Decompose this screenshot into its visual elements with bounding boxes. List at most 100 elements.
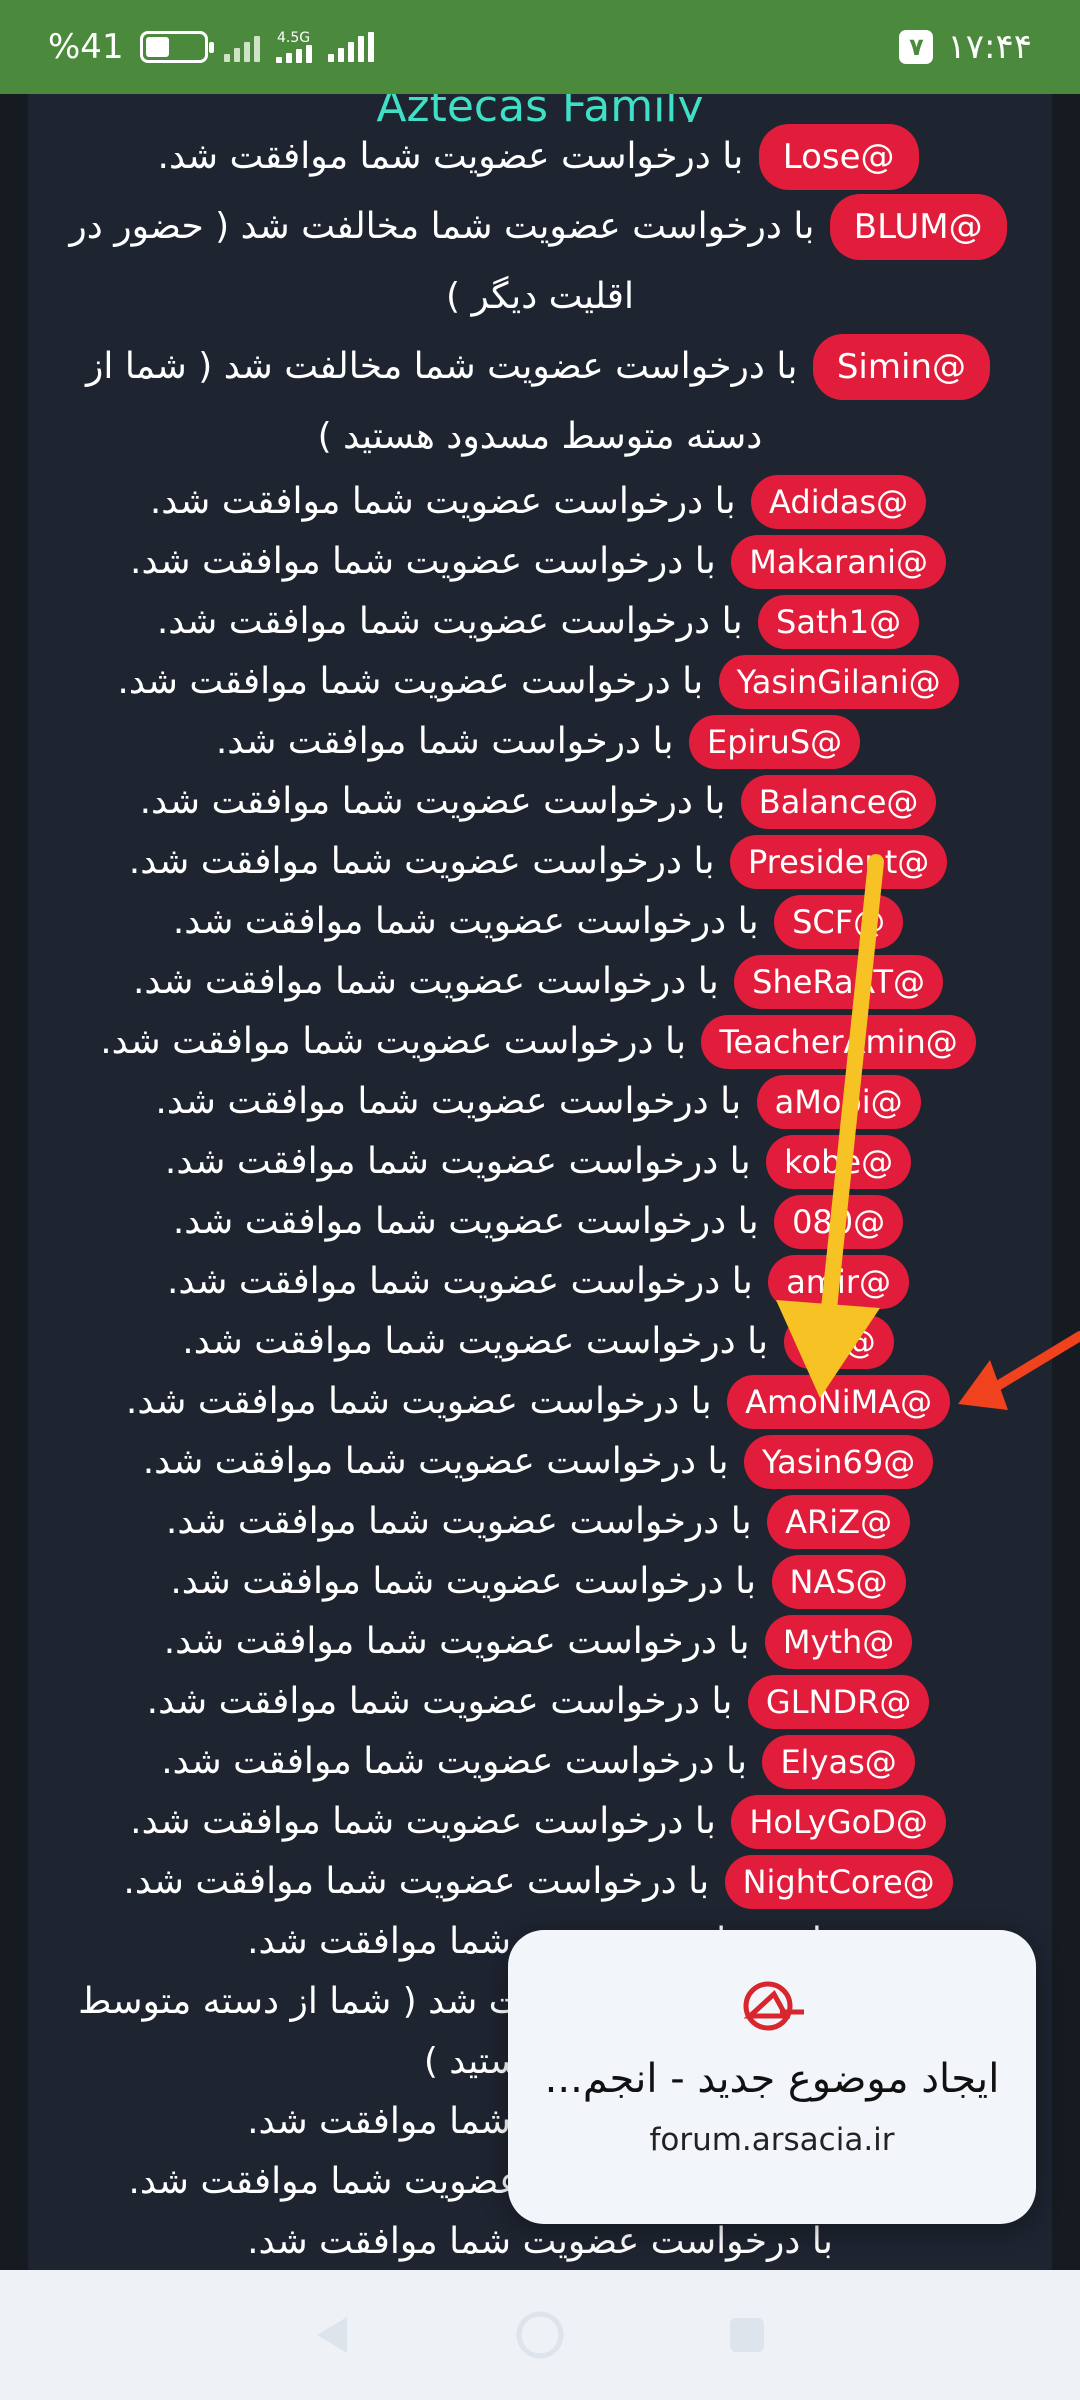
message-line: Sath1@ با درخواست عضویت شما موافقت شد.	[28, 592, 1052, 652]
user-mention-tag[interactable]: NAS@	[771, 1555, 906, 1609]
message-line: BLUM@ با درخواست عضویت شما مخالفت شد ( ح…	[28, 192, 1052, 332]
user-mention-tag[interactable]: Elyas@	[762, 1735, 915, 1789]
message-text: با درخواست شما موافقت شد.	[215, 721, 674, 762]
message-line: aMobi@ با درخواست عضویت شما موافقت شد.	[28, 1072, 1052, 1132]
link-preview-toast[interactable]: ایجاد موضوع جدید - انجم... forum.arsacia…	[508, 1930, 1036, 2224]
toast-title: ایجاد موضوع جدید - انجم...	[544, 2056, 1000, 2102]
user-mention-tag[interactable]: Balance@	[740, 775, 937, 829]
message-text: با درخواست عضویت شما موافقت شد.	[125, 1381, 712, 1422]
message-line: AmoNiMA@ با درخواست عضویت شما موافقت شد.	[28, 1372, 1052, 1432]
user-mention-tag[interactable]: Adidas@	[751, 475, 927, 529]
status-bar: %41 4.5G ۷ ۱۷:۴۴	[0, 0, 1080, 94]
message-text: با درخواست عضویت شما موافقت شد.	[139, 781, 726, 822]
user-mention-tag[interactable]: 080@	[774, 1195, 904, 1249]
user-mention-tag[interactable]: SCF@	[774, 895, 904, 949]
user-mention-tag[interactable]: YasinGilani@	[718, 655, 959, 709]
message-text: با درخواست عضویت شما موافقت شد.	[161, 1741, 747, 1782]
message-text: با درخواست عضویت شما موافقت شد.	[182, 1321, 769, 1362]
user-mention-tag[interactable]: An@	[783, 1315, 894, 1369]
group-title: Aztecas Family	[376, 94, 704, 122]
message-text: با درخواست عضویت شما موافقت شد.	[132, 961, 719, 1002]
message-line: TeacherAmin@ با درخواست عضویت شما موافقت…	[28, 1012, 1052, 1072]
message-line: Makarani@ با درخواست عضویت شما موافقت شد…	[28, 532, 1052, 592]
message-text: با درخواست عضویت شما موافقت شد.	[247, 2221, 833, 2262]
signal-icon-sim1	[223, 32, 260, 62]
message-text: با درخواست عضویت شما موافقت شد.	[172, 1201, 759, 1242]
message-text: با درخواست عضویت شما موافقت شد.	[146, 1681, 733, 1722]
back-triangle-icon[interactable]	[303, 2305, 363, 2365]
message-line: SCF@ با درخواست عضویت شما موافقت شد.	[28, 892, 1052, 952]
message-line: amir@ با درخواست عضویت شما موافقت شد.	[28, 1252, 1052, 1312]
user-mention-tag[interactable]: GLNDR@	[747, 1675, 930, 1729]
message-text: با درخواست عضویت شما موافقت شد.	[142, 1441, 729, 1482]
message-text: با درخواست عضویت شما موافقت شد.	[128, 841, 715, 882]
user-mention-tag[interactable]: EpiruS@	[688, 715, 861, 769]
user-mention-tag[interactable]: President@	[729, 835, 948, 889]
message-line: An@ با درخواست عضویت شما موافقت شد.	[28, 1312, 1052, 1372]
user-mention-tag[interactable]: Makarani@	[731, 535, 946, 589]
user-mention-tag[interactable]: aMobi@	[756, 1075, 921, 1129]
user-mention-tag[interactable]: Myth@	[764, 1615, 913, 1669]
message-text: با درخواست عضویت شما موافقت شد.	[164, 1141, 751, 1182]
user-mention-tag[interactable]: SheRaRT@	[734, 955, 944, 1009]
message-line: EpiruS@ با درخواست شما موافقت شد.	[28, 712, 1052, 772]
user-mention-tag[interactable]: Sath1@	[758, 595, 920, 649]
message-text: با درخواست عضویت شما موافقت شد.	[149, 481, 736, 522]
message-line: kobe@ با درخواست عضویت شما موافقت شد.	[28, 1132, 1052, 1192]
message-text: با درخواست عضویت شما موافقت شد.	[156, 601, 743, 642]
home-circle-icon[interactable]	[510, 2305, 570, 2365]
message-line: NightCore@ با درخواست عضویت شما موافقت ش…	[28, 1852, 1052, 1912]
message-text: با درخواست عضویت شما موافقت شد.	[100, 1021, 686, 1062]
message-line: GLNDR@ با درخواست عضویت شما موافقت شد.	[28, 1672, 1052, 1732]
message-text: با درخواست عضویت شما موافقت شد.	[130, 541, 716, 582]
user-mention-tag[interactable]: AmoNiMA@	[727, 1375, 951, 1429]
navigation-bar	[0, 2270, 1080, 2400]
user-mention-tag[interactable]: Lose@	[758, 124, 919, 190]
user-mention-tag[interactable]: HoLyGoD@	[731, 1795, 946, 1849]
message-text: با درخواست عضویت شما موافقت شد.	[123, 1861, 710, 1902]
message-line: Myth@ با درخواست عضویت شما موافقت شد.	[28, 1612, 1052, 1672]
user-mention-tag[interactable]: BLUM@	[829, 194, 1007, 260]
battery-icon	[139, 31, 214, 63]
network-type: 4.5G	[275, 31, 312, 63]
message-line: Simin@ با درخواست عضویت شما مخالفت شد ( …	[28, 332, 1052, 472]
user-mention-tag[interactable]: amir@	[768, 1255, 910, 1309]
arsacia-logo-icon	[508, 1974, 1036, 2038]
message-line: Elyas@ با درخواست عضویت شما موافقت شد.	[28, 1732, 1052, 1792]
message-line: HoLyGoD@ با درخواست عضویت شما موافقت شد.	[28, 1792, 1052, 1852]
message-text: با درخواست عضویت شما مخالفت شد ( حضور در…	[69, 206, 815, 317]
status-right: ۷ ۱۷:۴۴	[899, 27, 1032, 67]
status-left: %41 4.5G	[48, 27, 374, 67]
clock: ۱۷:۴۴	[947, 27, 1032, 67]
message-line: Balance@ با درخواست عضویت شما موافقت شد.	[28, 772, 1052, 832]
message-line: YasinGilani@ با درخواست عضویت شما موافقت…	[28, 652, 1052, 712]
message-text: با درخواست عضویت شما موافقت شد.	[155, 1081, 742, 1122]
signal-icon-sim2	[275, 45, 312, 63]
message-line: Lose@ با درخواست عضویت شما موافقت شد.	[28, 122, 1052, 192]
message-text: با درخواست عضویت شما موافقت شد.	[157, 136, 744, 177]
user-mention-tag[interactable]: kobe@	[766, 1135, 912, 1189]
sim-badge: ۷	[899, 30, 934, 64]
signal-icon	[327, 32, 374, 62]
message-text: با درخواست عضویت شما موافقت شد.	[166, 1261, 753, 1302]
recents-square-icon[interactable]	[717, 2305, 777, 2365]
message-text: با درخواست عضویت شما موافقت شد.	[117, 661, 704, 702]
user-mention-tag[interactable]: Simin@	[812, 334, 990, 400]
user-mention-tag[interactable]: ARiZ@	[767, 1495, 911, 1549]
message-text: با درخواست عضویت شما موافقت شد.	[130, 1801, 716, 1842]
message-text: با درخواست عضویت شما موافقت شد.	[172, 901, 759, 942]
message-line: Yasin69@ با درخواست عضویت شما موافقت شد.	[28, 1432, 1052, 1492]
user-mention-tag[interactable]: Yasin69@	[743, 1435, 934, 1489]
user-mention-tag[interactable]: NightCore@	[724, 1855, 953, 1909]
message-text: با درخواست عضویت شما موافقت شد.	[163, 1621, 750, 1662]
message-text: با درخواست عضویت شما موافقت شد.	[170, 1561, 757, 1602]
user-mention-tag[interactable]: TeacherAmin@	[701, 1015, 976, 1069]
battery-percent: %41	[48, 27, 124, 67]
toast-url[interactable]: forum.arsacia.ir	[508, 2122, 1036, 2158]
message-line: 080@ با درخواست عضویت شما موافقت شد.	[28, 1192, 1052, 1252]
message-text: با درخواست عضویت شما موافقت شد.	[165, 1501, 752, 1542]
message-line: Adidas@ با درخواست عضویت شما موافقت شد.	[28, 472, 1052, 532]
message-line: SheRaRT@ با درخواست عضویت شما موافقت شد.	[28, 952, 1052, 1012]
message-line: NAS@ با درخواست عضویت شما موافقت شد.	[28, 1552, 1052, 1612]
message-text: با درخواست عضویت شما مخالفت شد ( شما از …	[86, 346, 798, 457]
